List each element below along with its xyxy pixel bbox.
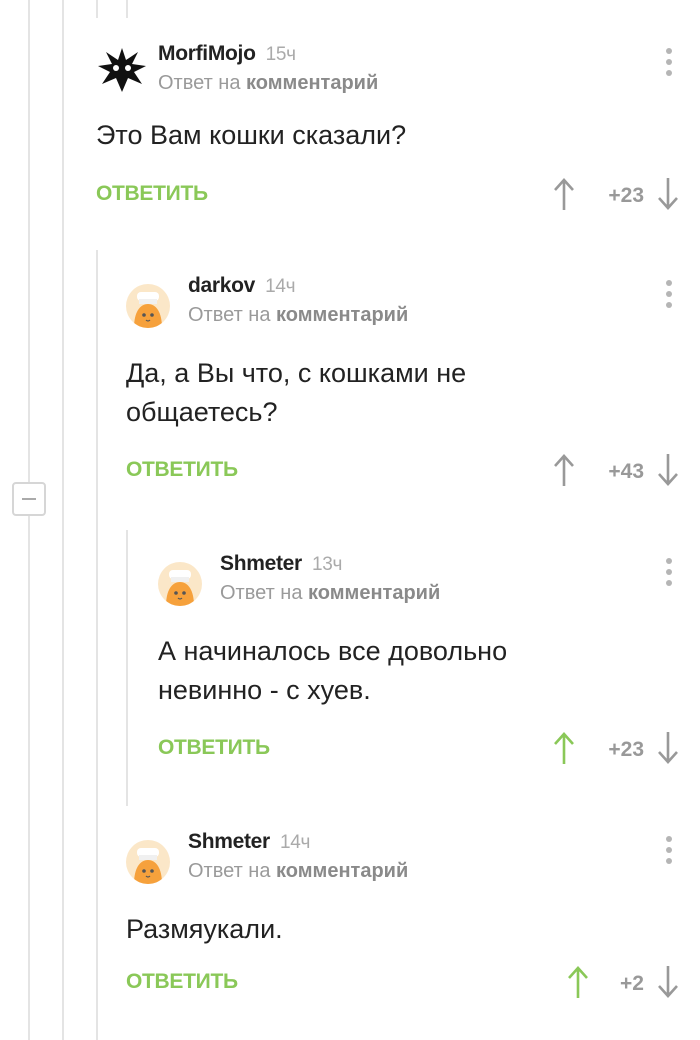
reply-to-line: Ответ на комментарий xyxy=(188,304,409,326)
arrow-up-icon[interactable] xyxy=(552,176,576,212)
vote-score: +43 xyxy=(608,460,644,483)
arrow-up-icon[interactable] xyxy=(552,452,576,488)
comment: Shmeter 13ч Ответ на комментарий А начина… xyxy=(158,546,700,776)
vote-score: +23 xyxy=(608,184,644,207)
reply-to-line: Ответ на комментарий xyxy=(220,582,441,604)
thread-line-4 xyxy=(96,250,98,1040)
vote-score: +2 xyxy=(620,972,644,995)
more-vertical-icon[interactable] xyxy=(664,48,674,80)
comment: MorfiMojo 15ч Ответ на комментарий Это Ва… xyxy=(96,36,700,236)
arrow-up-icon[interactable] xyxy=(566,964,590,1000)
thread-line-5 xyxy=(126,530,128,806)
comment-time: 13ч xyxy=(311,554,343,575)
comment: darkov 14ч Ответ на комментарий Да, а Вы … xyxy=(126,268,700,498)
reply-to-link[interactable]: комментарий xyxy=(276,304,408,326)
arrow-down-icon[interactable] xyxy=(656,730,680,766)
arrow-down-icon[interactable] xyxy=(656,964,680,1000)
comment-actions: ОТВЕТИТЬ +23 xyxy=(96,178,700,212)
reply-to-line: Ответ на комментарий xyxy=(158,72,379,94)
collapse-thread-button[interactable] xyxy=(12,482,46,516)
vote-score: +23 xyxy=(608,738,644,761)
arrow-up-icon[interactable] xyxy=(552,730,576,766)
avatar[interactable] xyxy=(126,840,170,884)
comment-text: Да, а Вы что, с кошками не общаетесь? xyxy=(126,358,467,427)
comment-actions: ОТВЕТИТЬ +23 xyxy=(158,732,700,766)
comment-author[interactable]: Shmeter 14ч xyxy=(188,830,310,854)
comment: Shmeter 14ч Ответ на комментарий Размяука… xyxy=(126,824,700,1024)
more-vertical-icon[interactable] xyxy=(664,558,674,590)
reply-to-link[interactable]: комментарий xyxy=(246,72,378,94)
comment-time: 14ч xyxy=(265,276,296,297)
more-vertical-icon[interactable] xyxy=(664,280,674,312)
thread-line-outer-lower xyxy=(28,516,30,1040)
reply-to-line: Ответ на комментарий xyxy=(188,860,409,882)
comment-text: Размяукали. xyxy=(126,914,283,944)
avatar[interactable] xyxy=(158,562,202,606)
thread-line-2 xyxy=(96,0,98,18)
reply-button[interactable]: ОТВЕТИТЬ xyxy=(126,458,238,482)
comment-actions: ОТВЕТИТЬ +2 xyxy=(126,966,700,1000)
arrow-down-icon[interactable] xyxy=(656,176,680,212)
reply-to-link[interactable]: комментарий xyxy=(308,582,440,604)
comment-author[interactable]: MorfiMojo 15ч xyxy=(158,42,296,66)
comment-time: 14ч xyxy=(279,832,311,853)
avatar[interactable] xyxy=(126,284,170,328)
comment-text: Это Вам кошки сказали? xyxy=(96,120,407,150)
avatar[interactable] xyxy=(96,42,148,94)
comment-text: А начиналось все довольно невинно - с ху… xyxy=(158,636,508,705)
thread-line-outer xyxy=(28,0,30,482)
comment-actions: ОТВЕТИТЬ +43 xyxy=(126,454,700,488)
arrow-down-icon[interactable] xyxy=(656,452,680,488)
thread-line-1 xyxy=(62,0,64,1040)
comment-author[interactable]: Shmeter 13ч xyxy=(220,552,342,576)
more-vertical-icon[interactable] xyxy=(664,836,674,868)
reply-to-link[interactable]: комментарий xyxy=(276,860,408,882)
comment-author[interactable]: darkov 14ч xyxy=(188,274,296,298)
reply-button[interactable]: ОТВЕТИТЬ xyxy=(96,182,208,206)
reply-button[interactable]: ОТВЕТИТЬ xyxy=(126,970,238,994)
thread-line-3 xyxy=(126,0,128,18)
comment-time: 15ч xyxy=(265,44,296,65)
reply-button[interactable]: ОТВЕТИТЬ xyxy=(158,736,270,760)
